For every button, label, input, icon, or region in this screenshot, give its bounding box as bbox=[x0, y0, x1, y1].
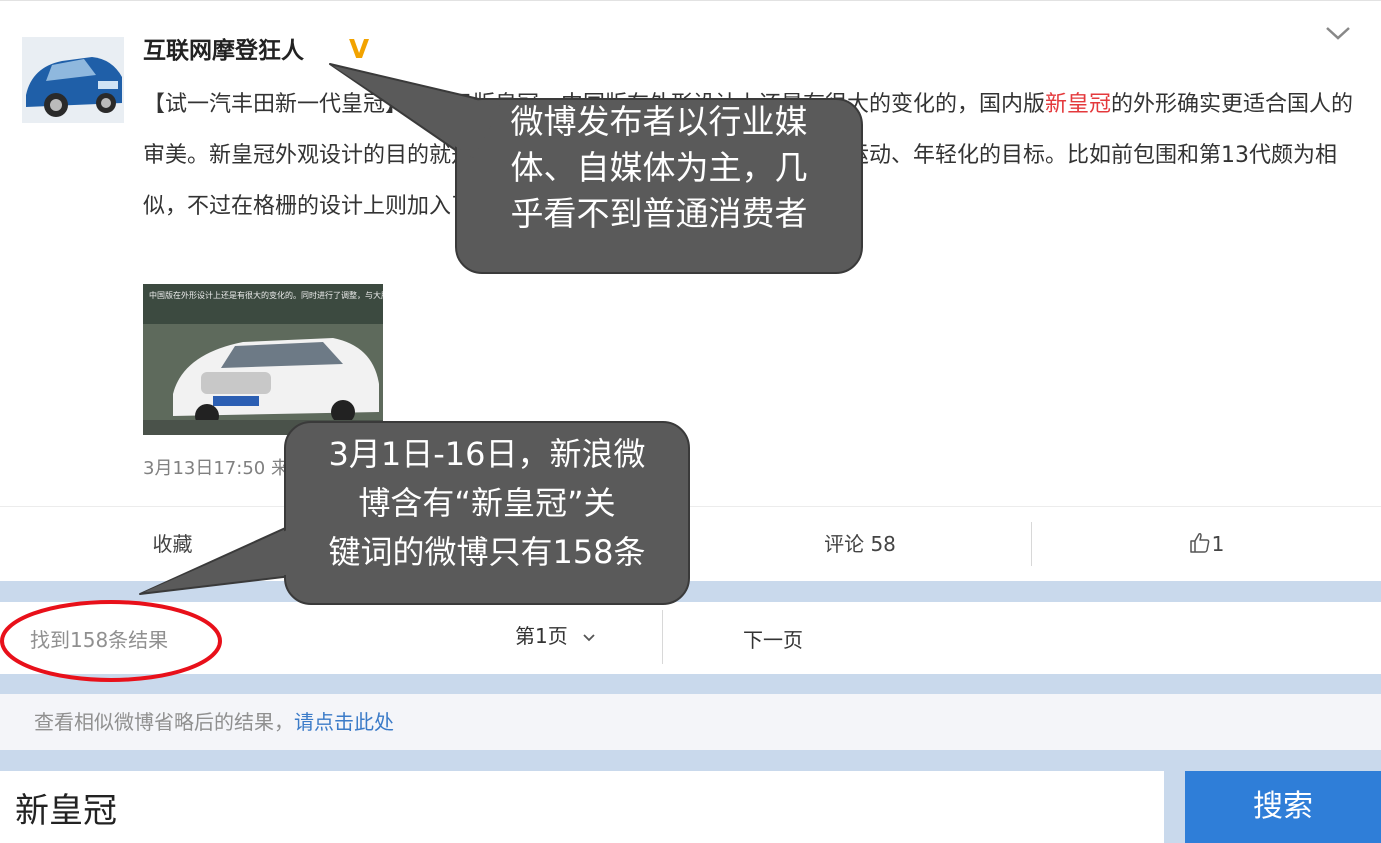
similar-results-link[interactable]: 请点击此处 bbox=[294, 710, 394, 734]
chevron-down-icon[interactable] bbox=[1324, 23, 1352, 43]
pagination-bar: 找到158条结果 第1页 下一页 bbox=[0, 602, 1381, 674]
next-page-link[interactable]: 下一页 bbox=[743, 602, 803, 678]
current-page-label: 第1页 bbox=[515, 624, 568, 648]
image-caption-text: 中国版在外形设计上还是有很大的变化的。同时进行了调整，与大胆革新的设计目标相符。 bbox=[149, 290, 383, 300]
post-action-bar: 收藏 转发 192 评论 58 1 bbox=[0, 506, 1381, 582]
callout-line: 键词的微博只有158条 bbox=[328, 533, 646, 571]
callout-line: 微博发布者以行业媒 bbox=[510, 102, 808, 141]
similar-results-bar: 查看相似微博省略后的结果，请点击此处 bbox=[0, 694, 1381, 750]
callout-line: 体、自媒体为主，几 bbox=[510, 148, 808, 187]
similar-results-label: 查看相似微博省略后的结果， bbox=[34, 710, 294, 734]
result-count: 找到158条结果 bbox=[30, 628, 169, 652]
callout-line: 乎看不到普通消费者 bbox=[510, 194, 808, 233]
callout-result-count-text: 3月1日-16日，新浪微 博含有“新皇冠”关 键词的微博只有158条 bbox=[285, 430, 689, 577]
chevron-down-icon bbox=[583, 634, 595, 642]
search-input[interactable] bbox=[0, 771, 1164, 843]
like-count: 1 bbox=[1211, 532, 1225, 556]
user-avatar[interactable] bbox=[22, 37, 124, 123]
post-username[interactable]: 互联网摩登狂人 bbox=[143, 31, 304, 65]
callout-publisher-text: 微博发布者以行业媒 体、自媒体为主，几 乎看不到普通消费者 bbox=[456, 99, 862, 237]
callout-line: 3月1日-16日，新浪微 bbox=[328, 435, 646, 473]
pager-divider bbox=[662, 610, 663, 664]
keyword-highlight[interactable]: 新皇冠 bbox=[1045, 92, 1111, 117]
like-button[interactable]: 1 bbox=[1031, 507, 1381, 582]
post-image[interactable]: 中国版在外形设计上还是有很大的变化的。同时进行了调整，与大胆革新的设计目标相符。 bbox=[143, 284, 383, 435]
weibo-post-card: 互联网摩登狂人 V 【试一汽丰田新一代皇冠】相比日版皇冠，中国版在外形设计上还是… bbox=[0, 0, 1381, 581]
verified-badge-icon: V bbox=[349, 35, 370, 65]
similar-results-text: 查看相似微博省略后的结果，请点击此处 bbox=[34, 694, 394, 750]
thumbs-up-icon bbox=[1189, 533, 1209, 553]
callout-line: 博含有“新皇冠”关 bbox=[358, 484, 616, 522]
comment-button[interactable]: 评论 58 bbox=[689, 507, 1031, 582]
search-button[interactable]: 搜索 bbox=[1185, 771, 1381, 843]
page-select-dropdown[interactable]: 第1页 bbox=[515, 602, 596, 670]
